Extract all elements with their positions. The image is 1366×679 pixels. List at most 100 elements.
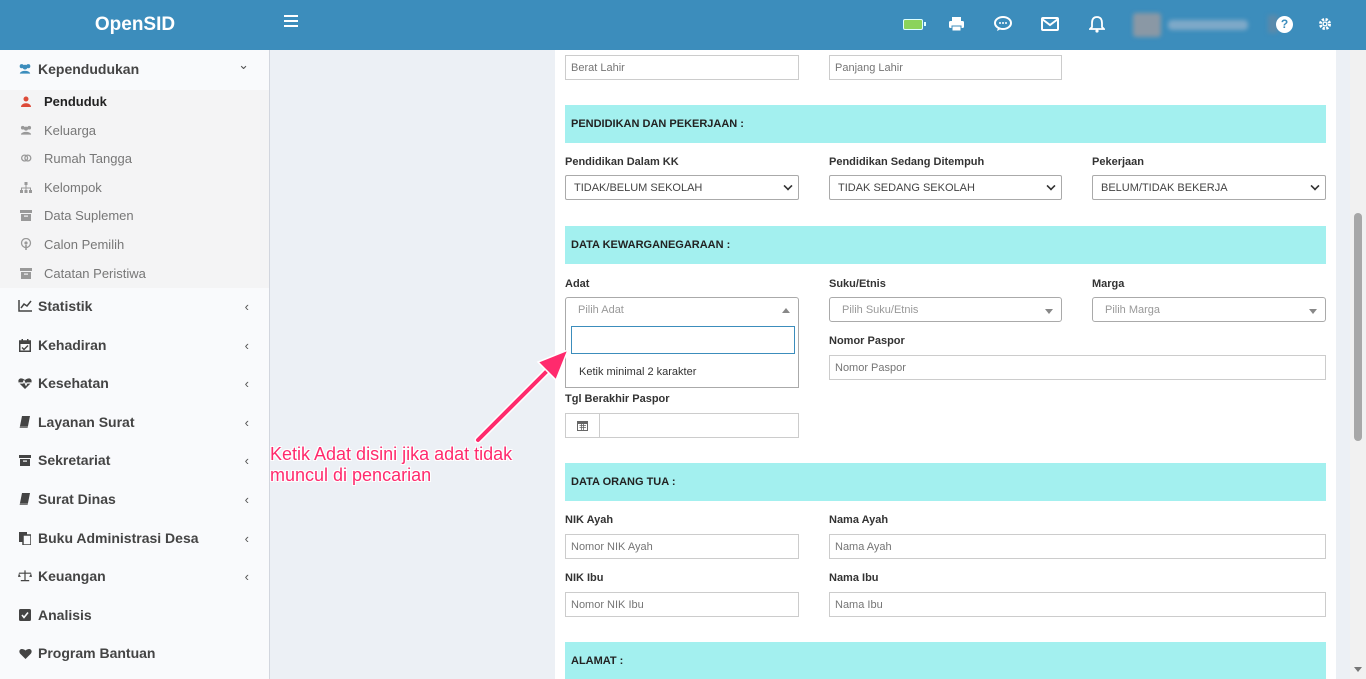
chevron-down-icon (1046, 181, 1056, 191)
marga-select[interactable]: Pilih Marga (1092, 297, 1326, 322)
nik-ayah-label: NIK Ayah (565, 514, 614, 526)
page-scrollbar[interactable] (1350, 50, 1366, 679)
nik-ibu-input[interactable] (565, 592, 799, 617)
archive-icon (18, 453, 32, 467)
sidebar-item-penduduk[interactable]: Penduduk (0, 87, 269, 115)
section-alamat: ALAMAT : (565, 642, 1326, 679)
nik-ayah-input[interactable] (565, 534, 799, 559)
nama-ibu-input[interactable] (829, 592, 1326, 617)
sidebar-item-label: Rumah Tangga (44, 150, 132, 166)
avatar[interactable] (1133, 13, 1161, 37)
chat-icon[interactable] (993, 14, 1013, 34)
select-value: BELUM/TIDAK BEKERJA (1101, 181, 1228, 194)
chevron-left-icon: ‹ (244, 337, 249, 353)
sidebar-item-kesehatan[interactable]: Kesehatan ‹ (0, 364, 269, 402)
nama-ayah-label: Nama Ayah (829, 514, 889, 526)
chevron-down-icon (783, 181, 793, 191)
adat-search-input[interactable] (571, 326, 795, 354)
users-icon (20, 124, 32, 136)
sidebar-item-surat-dinas[interactable]: Surat Dinas ‹ (0, 480, 269, 518)
sidebar-item-label: Catatan Peristiwa (44, 265, 146, 281)
annotation-text: Ketik Adat disini jika adat tidak muncul… (270, 444, 513, 485)
check-square-icon (18, 608, 32, 622)
nama-ayah-input[interactable] (829, 534, 1326, 559)
calendar-icon[interactable] (566, 414, 600, 437)
section-orang-tua: DATA ORANG TUA : (565, 463, 1326, 501)
berat-lahir-input[interactable] (565, 55, 799, 80)
suku-select[interactable]: Pilih Suku/Etnis (829, 297, 1062, 322)
pendidikan-kk-label: Pendidikan Dalam KK (565, 156, 679, 168)
heart-icon (18, 646, 32, 660)
triangle-down-icon (1045, 309, 1053, 314)
sidebar-item-analisis[interactable]: Analisis (0, 596, 269, 634)
adat-dropdown: Ketik minimal 2 karakter (565, 321, 799, 388)
sidebar-item-keluarga[interactable]: Keluarga (0, 116, 269, 144)
select-placeholder: Pilih Marga (1105, 303, 1161, 316)
section-kewarganegaraan: DATA KEWARGANEGARAAN : (565, 226, 1326, 264)
help-icon[interactable]: ? (1276, 16, 1293, 33)
chart-icon (18, 299, 32, 313)
gear-icon[interactable] (1315, 14, 1335, 34)
book-icon (18, 492, 32, 506)
print-icon[interactable] (946, 14, 966, 34)
sidebar-item-label: Kelompok (44, 179, 102, 195)
select-value: TIDAK SEDANG SEKOLAH (838, 181, 975, 194)
nomor-paspor-label: Nomor Paspor (829, 335, 905, 347)
dropdown-message: Ketik minimal 2 karakter (579, 366, 697, 378)
sidebar-item-label: Buku Administrasi Desa (38, 530, 199, 546)
triangle-down-icon (1309, 309, 1317, 314)
adat-select[interactable]: Pilih Adat (565, 297, 799, 322)
sidebar-item-label: Keuangan (38, 568, 106, 584)
pekerjaan-label: Pekerjaan (1092, 156, 1144, 168)
nama-ibu-label: Nama Ibu (829, 572, 879, 584)
book-icon (18, 415, 32, 429)
sidebar-item-sekretariat[interactable]: Sekretariat ‹ (0, 441, 269, 479)
sidebar-item-program-bantuan[interactable]: Program Bantuan (0, 634, 269, 672)
top-header: OpenSID ? (0, 0, 1366, 50)
pendidikan-sedang-label: Pendidikan Sedang Ditempuh (829, 156, 985, 168)
sidebar-item-label: Kehadiran (38, 337, 107, 353)
user-name[interactable] (1168, 20, 1248, 30)
pendidikan-kk-select[interactable]: TIDAK/BELUM SEKOLAH (565, 175, 799, 200)
section-pendidikan: PENDIDIKAN DAN PEKERJAAN : (565, 105, 1326, 143)
sitemap-icon (20, 181, 32, 193)
chevron-left-icon: ‹ (244, 375, 249, 391)
sidebar-item-label: Kependudukan (38, 61, 140, 77)
sidebar-item-data-suplemen[interactable]: Data Suplemen (0, 201, 269, 229)
mail-icon[interactable] (1040, 14, 1060, 34)
pekerjaan-select[interactable]: BELUM/TIDAK BEKERJA (1092, 175, 1326, 200)
chevron-left-icon: ‹ (244, 414, 249, 430)
app-logo[interactable]: OpenSID (0, 0, 270, 50)
nomor-paspor-input[interactable] (829, 355, 1326, 380)
sidebar-item-statistik[interactable]: Statistik ‹ (0, 287, 269, 325)
bell-icon[interactable] (1087, 14, 1107, 34)
calendar-check-icon (18, 338, 32, 352)
sidebar: Kependudukan ⌄ Penduduk Keluarga Rumah T… (0, 50, 270, 679)
menu-icon[interactable] (284, 15, 298, 29)
sidebar-item-calon-pemilih[interactable]: Calon Pemilih (0, 230, 269, 258)
scrollbar-thumb[interactable] (1354, 213, 1362, 441)
scroll-down-arrow[interactable] (1354, 667, 1362, 672)
sidebar-item-kehadiran[interactable]: Kehadiran ‹ (0, 326, 269, 364)
chevron-down-icon (1310, 181, 1320, 191)
select-placeholder: Pilih Suku/Etnis (842, 303, 919, 316)
users-icon (18, 62, 32, 76)
sidebar-item-label: Data Suplemen (44, 207, 134, 223)
sidebar-item-keuangan[interactable]: Keuangan ‹ (0, 557, 269, 595)
panjang-lahir-input[interactable] (829, 55, 1062, 80)
pendidikan-sedang-select[interactable]: TIDAK SEDANG SEKOLAH (829, 175, 1062, 200)
sidebar-item-label: Analisis (38, 607, 92, 623)
sidebar-item-label: Layanan Surat (38, 414, 135, 430)
sidebar-item-layanan-surat[interactable]: Layanan Surat ‹ (0, 403, 269, 441)
sidebar-item-kependudukan[interactable]: Kependudukan ⌄ (0, 50, 269, 88)
sidebar-item-rumah-tangga[interactable]: Rumah Tangga (0, 144, 269, 172)
sidebar-item-catatan-peristiwa[interactable]: Catatan Peristiwa (0, 259, 269, 287)
chevron-left-icon: ‹ (244, 491, 249, 507)
sidebar-item-buku-administrasi-desa[interactable]: Buku Administrasi Desa ‹ (0, 519, 269, 557)
chevron-left-icon: ‹ (244, 452, 249, 468)
archive-icon (20, 209, 32, 221)
tgl-paspor-input[interactable] (565, 413, 799, 438)
marga-label: Marga (1092, 278, 1125, 290)
chevron-down-icon: ⌄ (238, 57, 249, 72)
sidebar-item-kelompok[interactable]: Kelompok (0, 173, 269, 201)
